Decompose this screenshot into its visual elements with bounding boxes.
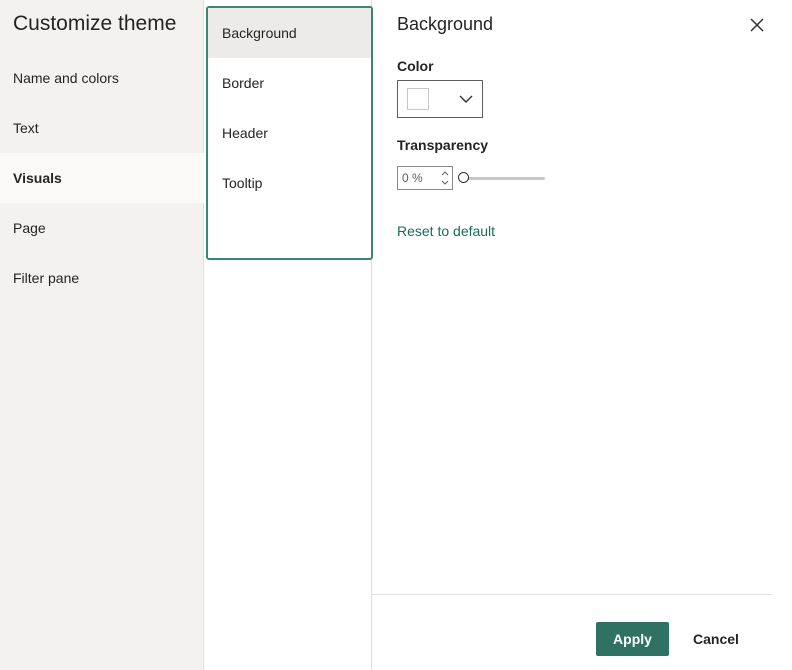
apply-button[interactable]: Apply: [596, 622, 669, 656]
nav-item-text[interactable]: Text: [0, 103, 204, 153]
visuals-subnav-column: Background Border Header Tooltip: [204, 0, 373, 670]
cancel-button[interactable]: Cancel: [679, 622, 753, 656]
nav-item-visuals[interactable]: Visuals: [0, 153, 204, 203]
chevron-down-icon[interactable]: [439, 178, 451, 188]
subnav-item-tooltip[interactable]: Tooltip: [208, 158, 371, 208]
slider-thumb[interactable]: [458, 172, 469, 183]
nav-item-name-and-colors[interactable]: Name and colors: [0, 53, 204, 103]
dialog-title: Customize theme: [13, 12, 177, 35]
transparency-slider[interactable]: [458, 171, 546, 187]
subnav-item-background[interactable]: Background: [208, 8, 371, 58]
footer-divider: [372, 594, 772, 595]
left-nav: Customize theme Name and colors Text Vis…: [0, 0, 204, 670]
color-picker-dropdown[interactable]: [397, 80, 483, 118]
background-settings-panel: Background Color Transparency 0 % Reset …: [372, 0, 792, 670]
chevron-down-icon: [459, 95, 473, 103]
slider-track: [462, 177, 545, 180]
chevron-up-icon[interactable]: [439, 168, 451, 178]
nav-item-filter-pane[interactable]: Filter pane: [0, 253, 204, 303]
color-swatch: [407, 88, 429, 110]
nav-item-page[interactable]: Page: [0, 203, 204, 253]
transparency-label: Transparency: [397, 137, 489, 153]
subnav-item-header[interactable]: Header: [208, 108, 371, 158]
transparency-value: 0 %: [402, 171, 423, 185]
transparency-spinbox[interactable]: 0 %: [397, 166, 453, 190]
subnav-item-border[interactable]: Border: [208, 58, 371, 108]
close-icon: [750, 18, 764, 32]
customize-theme-dialog: Customize theme Name and colors Text Vis…: [0, 0, 792, 670]
reset-to-default-link[interactable]: Reset to default: [397, 223, 495, 239]
close-button[interactable]: [746, 14, 768, 36]
panel-title: Background: [397, 14, 494, 34]
color-label: Color: [397, 58, 434, 74]
visuals-subnav-list: Background Border Header Tooltip: [206, 6, 373, 260]
